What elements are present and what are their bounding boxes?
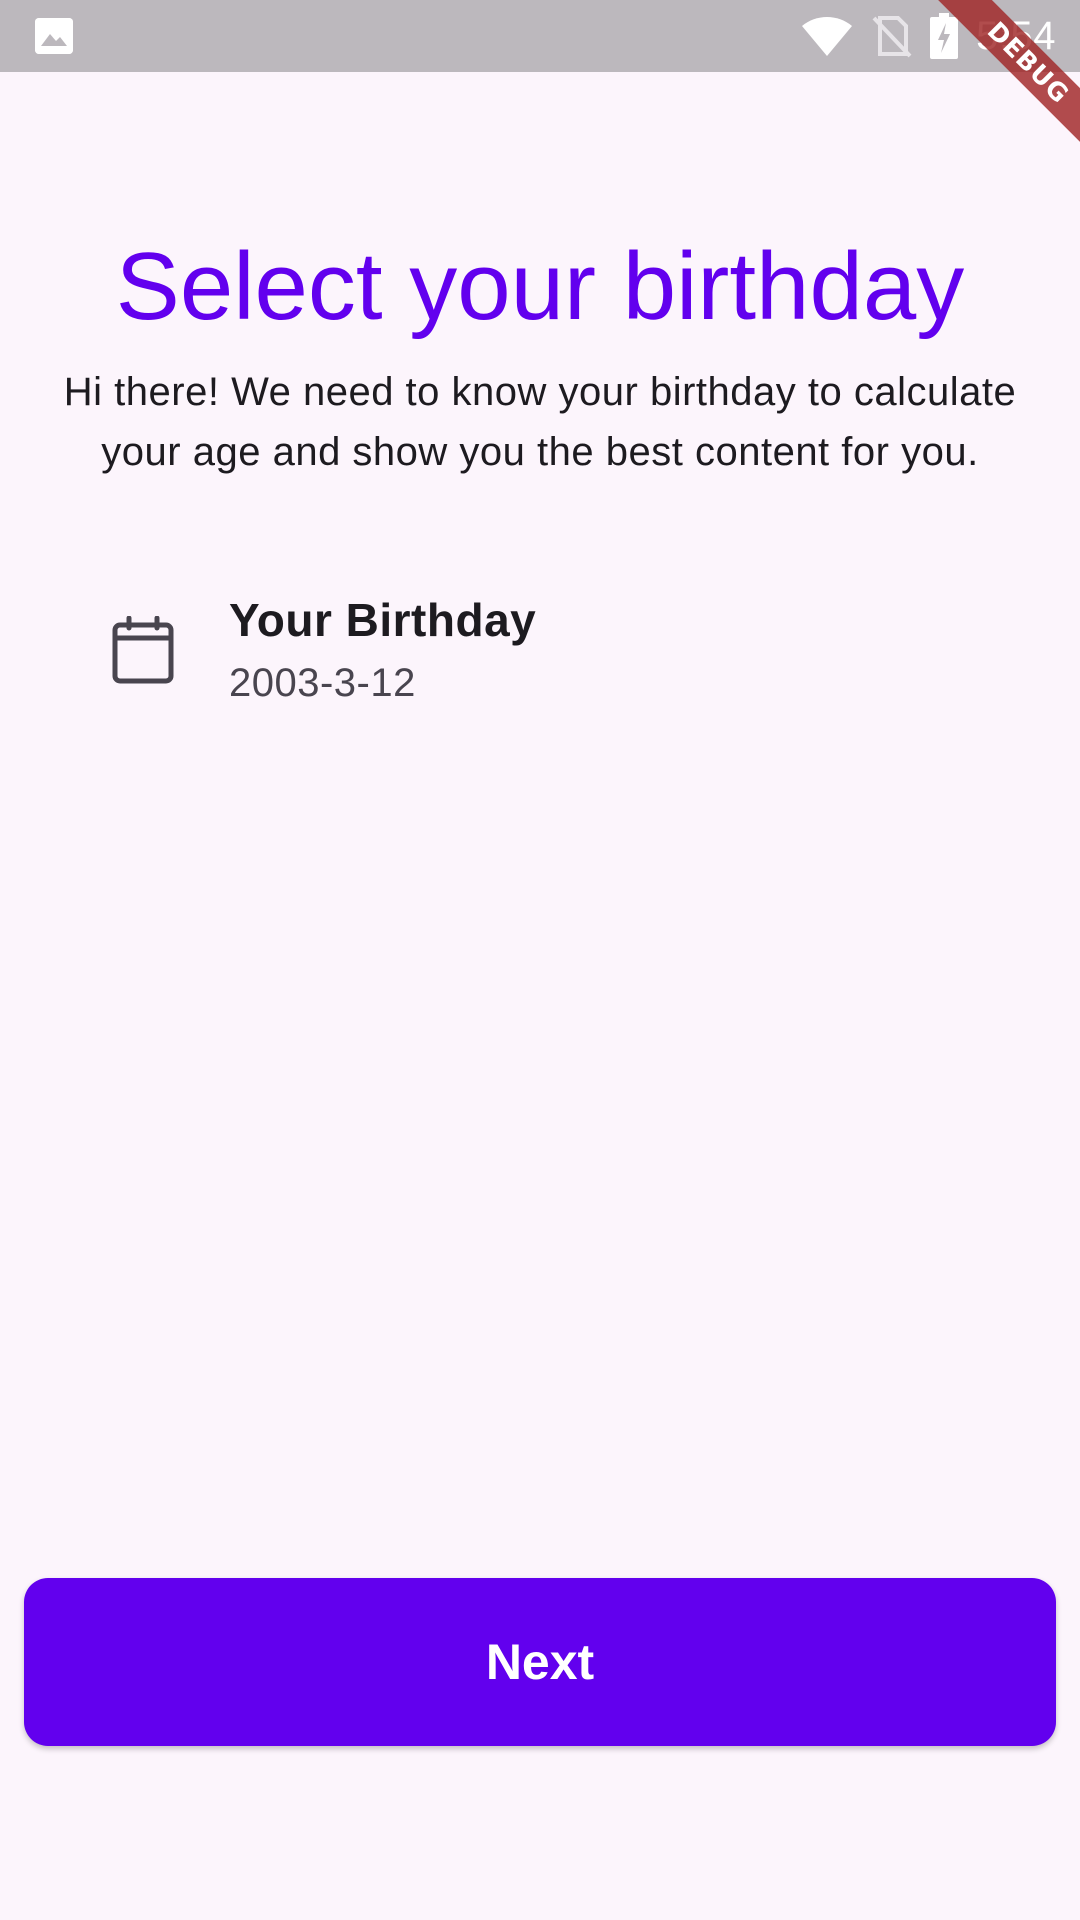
birthday-value: 2003-3-12: [229, 661, 416, 705]
status-icons: 5:54: [800, 0, 1056, 72]
calendar-icon: [112, 616, 174, 684]
page-title: Select your birthday: [115, 233, 965, 340]
status-time: 5:54: [976, 13, 1056, 58]
page-description: Hi there! We need to know your birthday …: [63, 370, 1017, 474]
no-sim-icon: [872, 16, 912, 58]
next-button[interactable]: Next: [24, 1578, 1056, 1746]
calendar-icon-container: [80, 570, 208, 730]
status-bar: 5:54: [0, 0, 1080, 72]
wifi-icon: [802, 17, 853, 56]
birthday-label: Your Birthday: [229, 594, 537, 646]
battery-charging-icon: [930, 13, 959, 59]
birthday-tile[interactable]: Your Birthday 2003-3-12: [80, 570, 1000, 730]
image-icon: [35, 18, 73, 54]
tile-text: Your Birthday 2003-3-12: [229, 592, 536, 708]
